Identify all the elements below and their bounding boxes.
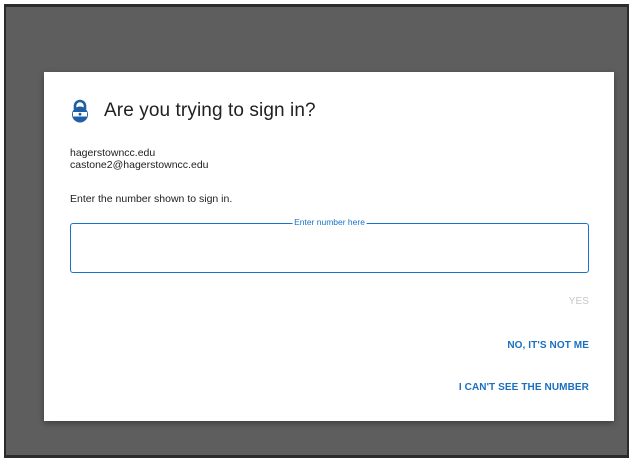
account-info: hagerstowncc.edu castone2@hagerstowncc.e… xyxy=(70,147,209,171)
number-input-field[interactable]: Enter number here xyxy=(70,217,589,273)
dialog-header: Are you trying to sign in? xyxy=(70,99,316,123)
backdrop-overlay: Are you trying to sign in? hagerstowncc.… xyxy=(4,4,629,458)
instruction-text: Enter the number shown to sign in. xyxy=(70,193,233,205)
number-field-label: Enter number here xyxy=(292,217,367,227)
number-input[interactable] xyxy=(81,236,580,262)
sign-in-approval-dialog: Are you trying to sign in? hagerstowncc.… xyxy=(44,72,614,421)
account-email: castone2@hagerstowncc.edu xyxy=(70,159,209,171)
account-domain: hagerstowncc.edu xyxy=(70,147,156,159)
yes-button[interactable]: YES xyxy=(569,296,589,307)
dialog-title: Are you trying to sign in? xyxy=(104,100,316,121)
cant-see-number-button[interactable]: I CAN'T SEE THE NUMBER xyxy=(459,382,589,393)
not-me-button[interactable]: NO, IT'S NOT ME xyxy=(507,340,589,351)
lock-icon xyxy=(70,99,90,123)
